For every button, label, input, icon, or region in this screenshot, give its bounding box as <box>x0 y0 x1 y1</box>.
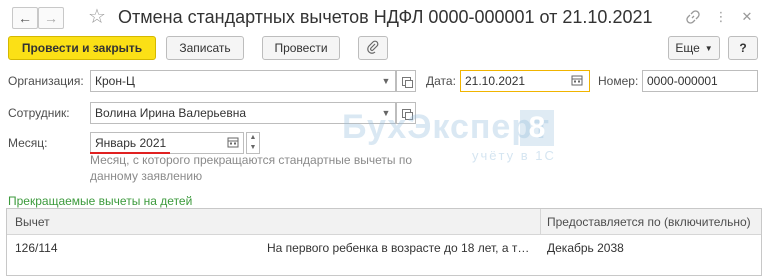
favorite-star-icon[interactable]: ☆ <box>88 5 106 29</box>
deduction-description: На первого ребенка в возрасте до 18 лет,… <box>267 241 530 255</box>
organization-field[interactable]: Крон-Ц ▼ <box>90 70 396 92</box>
date-label: Дата: <box>426 74 456 88</box>
open-icon <box>401 108 413 120</box>
table-header: Вычет Предоставляется по (включительно) <box>7 209 761 235</box>
help-button[interactable]: ? <box>728 36 758 60</box>
column-divider <box>540 209 541 235</box>
employee-value: Волина Ирина Валерьевна <box>95 106 247 120</box>
calendar-icon[interactable] <box>571 74 583 89</box>
month-field[interactable]: Январь 2021 <box>90 132 244 154</box>
more-vertical-icon[interactable]: ⋮ <box>712 8 730 26</box>
employee-open-button[interactable] <box>396 102 416 124</box>
column-header-until[interactable]: Предоставляется по (включительно) <box>547 209 751 235</box>
month-label: Месяц: <box>8 136 48 150</box>
organization-open-button[interactable] <box>396 70 416 92</box>
window-title: Отмена стандартных вычетов НДФЛ 0000-000… <box>118 7 653 27</box>
section-title: Прекращаемые вычеты на детей <box>8 194 193 208</box>
arrow-right-icon: → <box>44 10 58 26</box>
date-value: 21.10.2021 <box>465 74 526 88</box>
month-value: Январь 2021 <box>95 136 167 150</box>
link-icon[interactable] <box>684 8 702 26</box>
more-label: Еще <box>675 41 700 55</box>
chevron-down-icon: ▼ <box>704 43 713 53</box>
number-field[interactable]: 0000-000001 <box>642 70 758 92</box>
title-bar: ← → ☆ Отмена стандартных вычетов НДФЛ 00… <box>0 0 768 34</box>
paperclip-icon <box>367 40 379 57</box>
organization-label: Организация: <box>8 74 84 88</box>
post-button[interactable]: Провести <box>262 36 340 60</box>
post-and-close-button[interactable]: Провести и закрыть <box>8 36 156 60</box>
month-hint: Месяц, с которого прекращаются стандартн… <box>90 153 413 183</box>
save-button[interactable]: Записать <box>166 36 244 60</box>
deductions-table: Вычет Предоставляется по (включительно) … <box>6 208 762 276</box>
back-button[interactable]: ← <box>12 7 38 29</box>
deduction-until: Декабрь 2038 <box>547 241 624 255</box>
organization-value: Крон-Ц <box>95 74 135 88</box>
calendar-icon[interactable] <box>227 136 239 151</box>
number-label: Номер: <box>598 74 639 88</box>
employee-label: Сотрудник: <box>8 106 70 120</box>
deduction-code: 126/114 <box>15 241 58 255</box>
employee-field[interactable]: Волина Ирина Валерьевна ▼ <box>90 102 396 124</box>
watermark-digit: 8 <box>520 110 554 146</box>
watermark-tagline: учёту в 1С <box>472 148 556 163</box>
table-row[interactable]: 126/114 На первого ребенка в возрасте до… <box>7 236 761 260</box>
chevron-down-icon[interactable]: ▼ <box>379 103 393 123</box>
close-icon[interactable]: ✕ <box>738 8 756 26</box>
arrow-left-icon: ← <box>18 10 32 26</box>
command-bar: Провести и закрыть Записать Провести Еще… <box>0 36 768 62</box>
more-menu-button[interactable]: Еще ▼ <box>668 36 720 60</box>
column-header-deduction[interactable]: Вычет <box>15 209 50 235</box>
attach-button[interactable] <box>358 36 388 60</box>
forward-button[interactable]: → <box>38 7 64 29</box>
month-stepper[interactable]: ▲ ▼ <box>246 132 260 154</box>
open-icon <box>401 76 413 88</box>
chevron-up-icon[interactable]: ▲ <box>247 133 259 143</box>
chevron-down-icon[interactable]: ▼ <box>379 71 393 91</box>
date-field[interactable]: 21.10.2021 <box>460 70 590 92</box>
